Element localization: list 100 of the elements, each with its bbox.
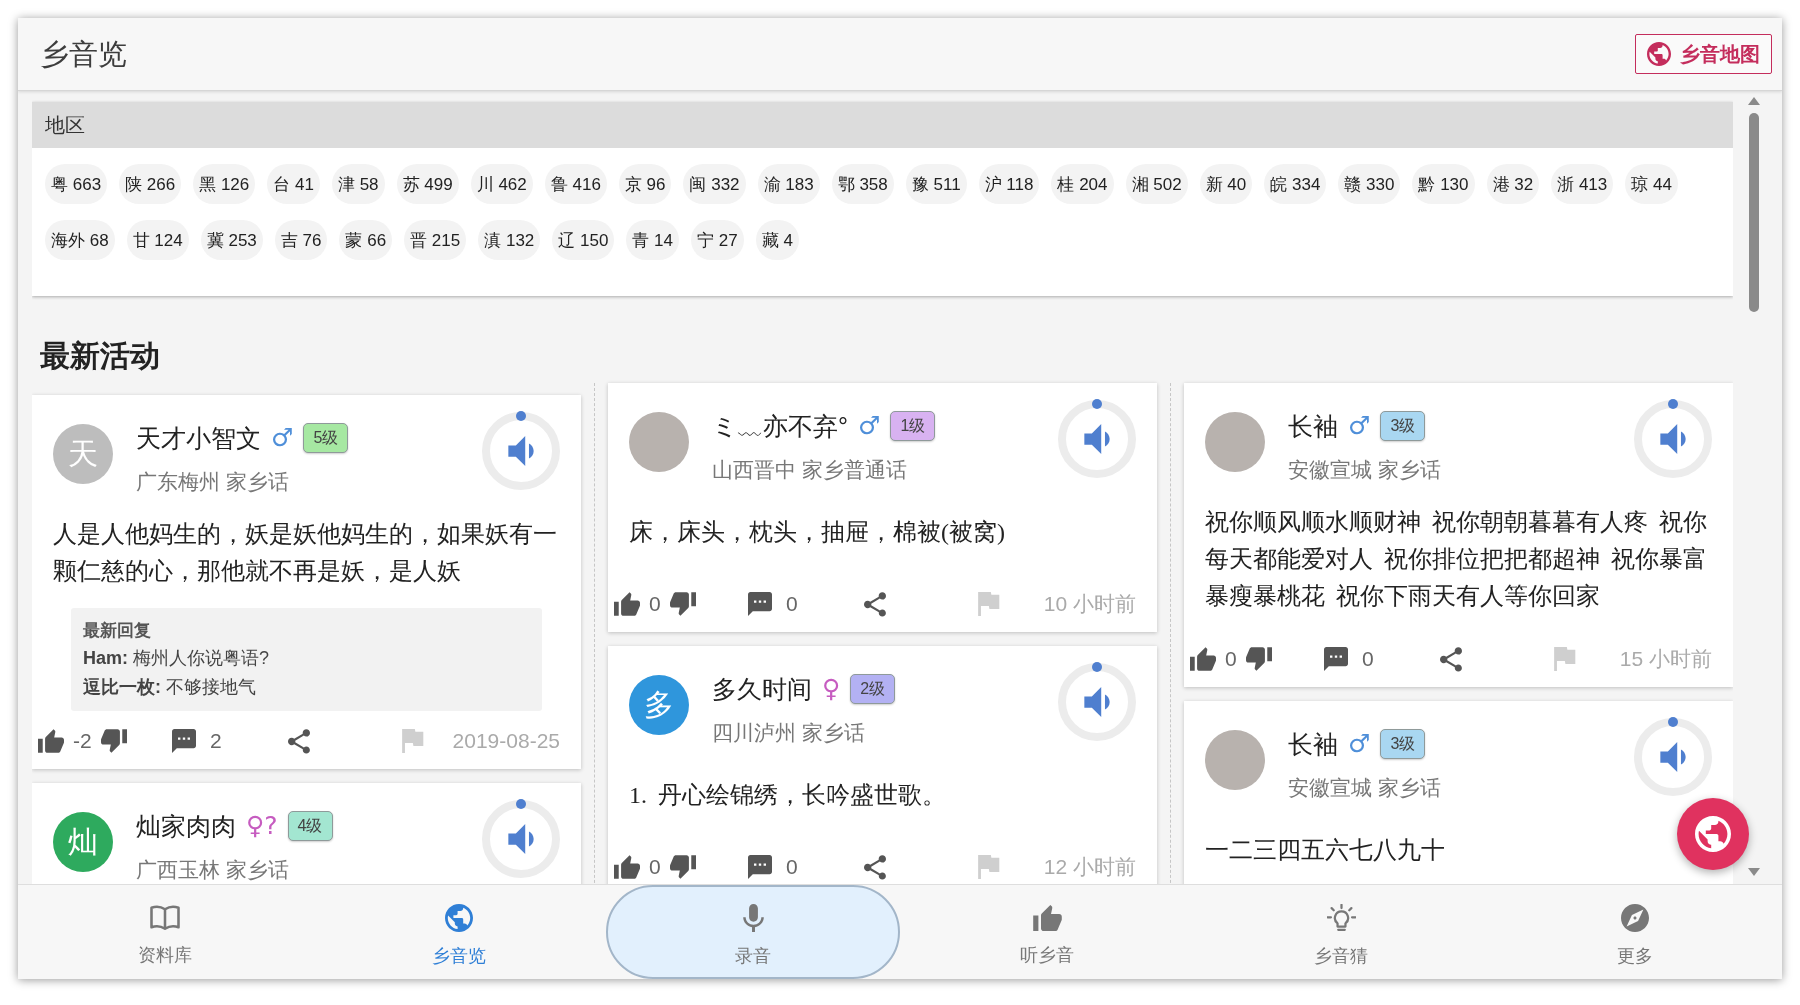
- user-name: ミ﹏亦不弃°: [712, 411, 848, 442]
- lightbulb-icon: [1326, 903, 1356, 932]
- gender-symbol: ♂: [1348, 410, 1371, 442]
- caret-down-icon[interactable]: [1748, 868, 1760, 876]
- thumbs-up-icon[interactable]: [38, 729, 64, 753]
- share-icon[interactable]: [864, 591, 886, 617]
- nav-tab[interactable]: 乡音览: [312, 885, 606, 979]
- avatar: 天: [53, 424, 113, 484]
- region-chip[interactable]: 苏 499: [396, 164, 459, 204]
- region-chip[interactable]: 皖 334: [1264, 164, 1327, 204]
- region-chip[interactable]: 吉 76: [274, 220, 328, 260]
- speaker-icon: [508, 824, 534, 854]
- recording-text: 祝你顺风顺水顺财神 祝你朝朝暮暮有人疼 祝你每天都能爱对人 祝你排位把把都超神 祝你暴富暴瘦暴桃花 祝你下雨天有人等你回家: [1205, 508, 1708, 611]
- like-count: 0: [649, 855, 661, 879]
- region-chip[interactable]: 陕 266: [119, 164, 182, 204]
- region-chip[interactable]: 台 41: [267, 164, 320, 204]
- post-time: 12 小时前: [1043, 854, 1136, 880]
- region-chip[interactable]: 港 32: [1486, 164, 1540, 204]
- thumbs-down-icon[interactable]: [669, 855, 696, 879]
- level-badge: 3级: [1380, 411, 1426, 441]
- region-chip[interactable]: 青 14: [626, 220, 680, 260]
- region-chip[interactable]: 海外 68: [45, 220, 115, 260]
- region-chip[interactable]: 黑 126: [193, 164, 256, 204]
- region-chip[interactable]: 滇 132: [478, 220, 541, 260]
- comment-icon[interactable]: [1324, 647, 1348, 671]
- thumbs-up-icon[interactable]: [614, 592, 640, 616]
- nav-tab[interactable]: 乡音猜: [1194, 885, 1488, 979]
- photo-placeholder: [1205, 730, 1265, 790]
- share-icon[interactable]: [288, 728, 310, 754]
- nav-tab[interactable]: 资料库: [18, 885, 312, 979]
- gender-symbol: ♂: [1348, 728, 1371, 760]
- region-chip[interactable]: 黔 130: [1412, 164, 1475, 204]
- globe-icon: [445, 903, 473, 932]
- region-chip[interactable]: 湘 502: [1125, 164, 1188, 204]
- region-chip[interactable]: 沪 118: [978, 164, 1040, 204]
- region-chip[interactable]: 赣 330: [1338, 164, 1401, 204]
- scrollbar-thumb[interactable]: [1749, 113, 1759, 312]
- globe-icon: [1647, 42, 1671, 66]
- speaker-icon: [1084, 687, 1110, 717]
- region-chip[interactable]: 冀 253: [200, 220, 263, 260]
- thumbs-down-icon[interactable]: [1245, 647, 1272, 671]
- gender-symbol: ♀?: [246, 810, 278, 842]
- photo-placeholder: [1205, 412, 1265, 472]
- dialect-location: 安徽宣城 家乡话: [1288, 457, 1442, 483]
- progress-dot-icon: [1668, 717, 1678, 727]
- region-chip[interactable]: 川 462: [470, 164, 533, 204]
- region-chip[interactable]: 京 96: [618, 164, 672, 204]
- comment-icon[interactable]: [748, 855, 772, 879]
- thumbs-up-icon[interactable]: [1190, 647, 1216, 671]
- post-time: 10 小时前: [1043, 591, 1136, 617]
- recording-text: 床，床头，枕头，抽屉，棉被(被窝): [629, 517, 1006, 547]
- region-chip[interactable]: 津 58: [331, 164, 385, 204]
- dialect-location: 广西玉林 家乡话: [136, 857, 290, 883]
- speaker-icon: [1084, 424, 1110, 454]
- map-button[interactable]: 乡音地图: [1635, 34, 1772, 74]
- comment-count: 0: [1362, 647, 1374, 671]
- level-badge: 4级: [287, 811, 333, 841]
- region-chip[interactable]: 蒙 66: [339, 220, 393, 260]
- nav-tab[interactable]: 听乡音: [900, 885, 1194, 979]
- dialect-location: 广东梅州 家乡话: [136, 469, 290, 495]
- level-badge: 5级: [303, 423, 349, 453]
- nav-tab[interactable]: 更多: [1488, 885, 1782, 979]
- caret-up-icon[interactable]: [1748, 97, 1760, 105]
- record-button[interactable]: 录音: [606, 885, 900, 979]
- region-chip[interactable]: 渝 183: [757, 164, 820, 204]
- region-chip[interactable]: 藏 4: [755, 220, 799, 260]
- thumbs-down-icon[interactable]: [100, 729, 127, 753]
- region-chip[interactable]: 晋 215: [404, 220, 467, 260]
- section-title: 最新活动: [40, 338, 161, 374]
- region-chip[interactable]: 宁 27: [691, 220, 744, 260]
- region-header: 地区: [32, 102, 1733, 148]
- region-chip[interactable]: 琼 44: [1625, 164, 1678, 204]
- thumbs-up-icon[interactable]: [614, 855, 640, 879]
- photo-placeholder: [629, 412, 689, 472]
- region-chip[interactable]: 粤 663: [45, 164, 108, 204]
- comment-icon[interactable]: [172, 729, 196, 753]
- region-chip[interactable]: 豫 511: [905, 164, 967, 204]
- post-time: 2019-08-25: [452, 729, 560, 753]
- mic-icon: [742, 903, 764, 932]
- thumbs-down-icon[interactable]: [669, 592, 696, 616]
- user-name: 天才小智文: [136, 423, 261, 454]
- region-chip[interactable]: 浙 413: [1551, 164, 1614, 204]
- region-chip[interactable]: 桂 204: [1051, 164, 1114, 204]
- compass-icon: [1621, 903, 1649, 932]
- level-badge: 3级: [1380, 729, 1426, 759]
- user-name: 多久时间: [712, 674, 812, 705]
- region-chip[interactable]: 鲁 416: [544, 164, 607, 204]
- region-chip[interactable]: 辽 150: [552, 220, 615, 260]
- region-chip[interactable]: 闽 332: [683, 164, 746, 204]
- share-icon[interactable]: [864, 854, 886, 880]
- region-chip[interactable]: 鄂 358: [831, 164, 894, 204]
- region-chip[interactable]: 甘 124: [126, 220, 189, 260]
- comment-icon[interactable]: [748, 592, 772, 616]
- region-chip[interactable]: 新 40: [1199, 164, 1253, 204]
- user-name: 长袖: [1288, 411, 1338, 442]
- share-icon[interactable]: [1440, 646, 1462, 672]
- book-icon: [150, 904, 180, 931]
- like-count: 0: [649, 592, 661, 616]
- speaker-icon: [508, 436, 534, 466]
- like-count: -2: [73, 729, 92, 753]
